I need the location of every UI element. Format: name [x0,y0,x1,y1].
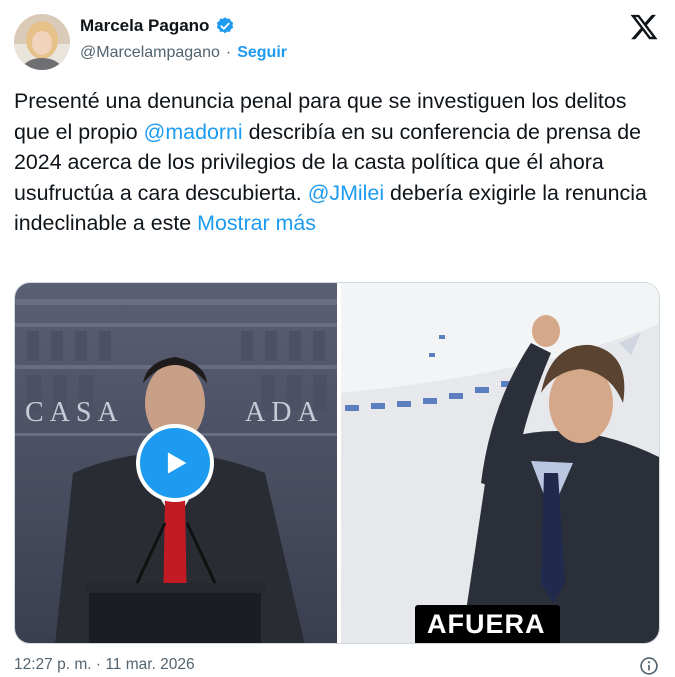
author-name[interactable]: Marcela Pagano [80,16,209,36]
author-name-row: Marcela Pagano [80,16,235,36]
author-handle[interactable]: @Marcelampagano [80,44,220,62]
info-icon[interactable] [639,656,659,676]
x-logo-icon[interactable] [629,12,659,42]
tweet-timestamp[interactable]: 12:27 p. m. · 11 mar. 2026 [14,656,195,674]
tweet-embed-card: Marcela Pagano @Marcelampagano · Seguir … [0,0,675,677]
tweet-text: Presenté una denuncia penal para que se … [14,86,664,239]
verified-badge-icon [215,16,235,36]
mention-jmilei[interactable]: @JMilei [308,181,384,205]
play-icon [167,452,187,474]
video-thumbnail-right[interactable]: AFUERA [341,283,659,643]
follow-button[interactable]: Seguir [237,44,287,62]
backdrop-text: CASA [25,397,124,428]
show-more-link[interactable]: Mostrar más [197,211,316,235]
mention-madorni[interactable]: @madorni [144,120,243,144]
play-button[interactable] [136,424,214,502]
separator-dot: · [225,44,232,61]
video-caption: AFUERA [415,605,560,643]
video-thumbnail-left[interactable]: CASA ADA [15,283,337,643]
author-avatar[interactable] [14,14,70,70]
media-grid: CASA ADA AFUERA [14,282,660,644]
author-handle-row: @Marcelampagano · Seguir [80,44,287,62]
svg-text:ADA: ADA [245,397,324,428]
